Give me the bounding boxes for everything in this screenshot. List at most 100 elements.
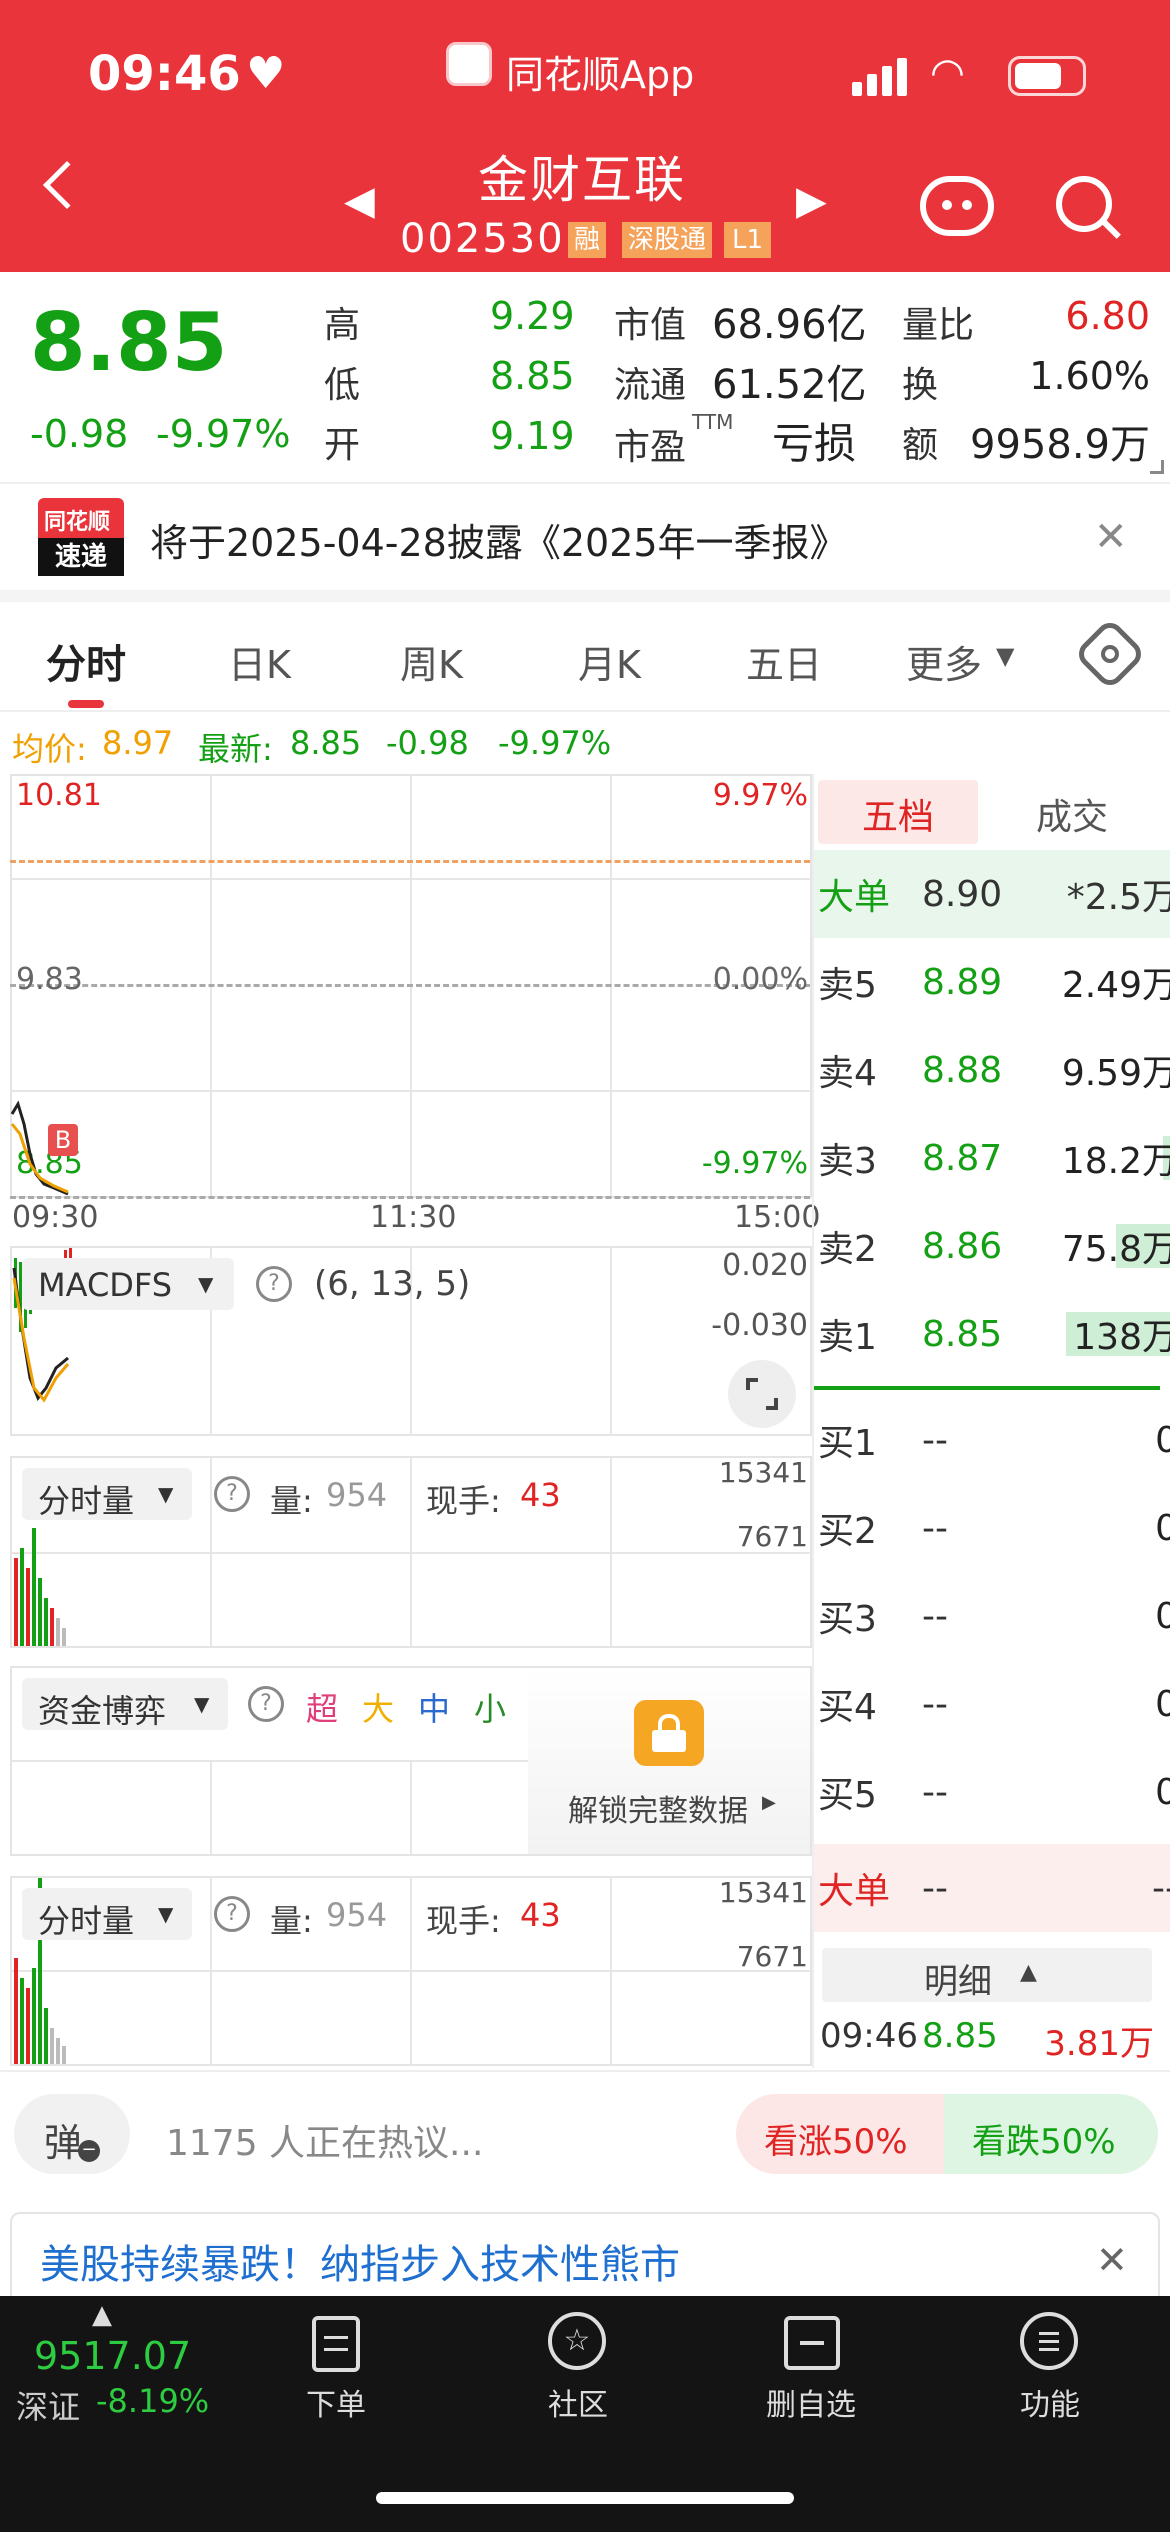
bid-row[interactable]: 买2 -- 0 xyxy=(814,1484,1170,1572)
prev-stock-icon[interactable]: ◀ xyxy=(344,178,375,224)
danmu-toggle[interactable]: 弹 − xyxy=(14,2094,130,2174)
close-icon[interactable]: ✕ xyxy=(1096,2238,1128,2282)
detail-vol: 3.81万 xyxy=(1044,2024,1154,2064)
bid-price: -- xyxy=(922,1595,948,1637)
chevron-right-icon[interactable]: ▶ xyxy=(762,1792,776,1813)
bid-label: 买2 xyxy=(818,1511,877,1552)
discussion-text[interactable]: 1175 人正在热议... xyxy=(166,2114,483,2166)
index-value[interactable]: 9517.07 xyxy=(34,2334,191,2378)
macd-selector[interactable]: MACDFS ▼ xyxy=(22,1258,234,1310)
help-icon[interactable]: ? xyxy=(256,1266,292,1302)
badge-rong: 融 xyxy=(568,222,607,258)
tab-more[interactable]: 更多 xyxy=(906,634,982,689)
index-pct[interactable]: -8.19% xyxy=(96,2382,209,2420)
nav-community[interactable]: 社区 xyxy=(548,2380,608,2424)
settings-hexagon-icon[interactable] xyxy=(1073,617,1147,691)
macd-name: MACDFS xyxy=(38,1266,173,1304)
ask-vol: 9.59万 xyxy=(1061,1053,1170,1094)
vol-scale-high-2: 15341 xyxy=(718,1876,808,1909)
chevron-up-icon[interactable]: ▲ xyxy=(1020,1960,1037,1985)
help-icon[interactable]: ? xyxy=(248,1686,284,1722)
bid-vol: 0 xyxy=(1155,1419,1170,1461)
community-icon[interactable]: ☆ xyxy=(548,2312,606,2370)
nav-function[interactable]: 功能 xyxy=(1020,2380,1080,2424)
stat-low-value: 8.85 xyxy=(490,354,575,398)
latest-value: 8.85 xyxy=(290,724,362,762)
orderbook-tab-trades[interactable]: 成交 xyxy=(1036,788,1108,840)
macd-params: (6, 13, 5) xyxy=(314,1264,471,1304)
next-stock-icon[interactable]: ▶ xyxy=(796,178,827,224)
orderbook-panel: 五档 成交 大单 8.90 *2.5万 卖5 8.89 2.49万 卖4 8.88 9.5… xyxy=(814,774,1170,2068)
remove-favorite-icon[interactable] xyxy=(784,2316,840,2370)
time-label-1500: 15:00 xyxy=(734,1200,821,1235)
capital-selector[interactable]: 资金博弈 ▼ xyxy=(22,1678,228,1730)
tab-week-k[interactable]: 周K xyxy=(400,634,463,689)
chart-top-right: 9.97% xyxy=(712,778,808,813)
tab-day-k[interactable]: 日K xyxy=(228,634,291,689)
order-icon[interactable] xyxy=(312,2316,360,2372)
help-icon[interactable]: ? xyxy=(214,1896,250,1932)
status-time: 09:46 xyxy=(88,46,241,102)
price-change: -0.98 xyxy=(30,412,129,456)
latest-change: -0.98 xyxy=(386,724,469,762)
tab-month-k[interactable]: 月K xyxy=(578,634,641,689)
index-name[interactable]: 深证 xyxy=(16,2382,80,2428)
expand-corner-icon[interactable] xyxy=(1150,460,1164,474)
stat-mktcap-label: 市值 xyxy=(614,305,687,346)
volume-selector-1[interactable]: 分时量 ▼ xyxy=(22,1468,192,1520)
big-order-bottom-label: 大单 xyxy=(818,1871,891,1912)
bid-price: -- xyxy=(922,1419,948,1461)
vol-value-1: 954 xyxy=(326,1476,388,1514)
signal-icon xyxy=(852,58,908,98)
ask-label: 卖5 xyxy=(818,965,877,1006)
big-order-top[interactable]: 大单 8.90 *2.5万 xyxy=(814,850,1170,938)
lock-icon[interactable] xyxy=(634,1700,704,1766)
bid-row[interactable]: 买4 -- 0 xyxy=(814,1660,1170,1748)
detail-price: 8.85 xyxy=(922,2016,998,2056)
orderbook-tab-five-label[interactable]: 五档 xyxy=(862,788,934,840)
home-indicator[interactable] xyxy=(376,2492,794,2504)
bid-price: -- xyxy=(922,1507,948,1549)
tab-five-day[interactable]: 五日 xyxy=(746,634,822,689)
badge-l1: L1 xyxy=(724,222,772,258)
menu-icon[interactable] xyxy=(1020,2312,1078,2370)
bear-label[interactable]: 看跌50% xyxy=(972,2114,1116,2163)
ask-row[interactable]: 卖4 8.88 9.59万 xyxy=(814,1026,1170,1114)
buy-marker[interactable]: B xyxy=(48,1124,78,1156)
macd-value-1: 0.020 xyxy=(722,1248,808,1283)
tab-fenshi[interactable]: 分时 xyxy=(46,632,126,690)
nav-order[interactable]: 下单 xyxy=(306,2380,366,2424)
robot-icon[interactable] xyxy=(920,176,994,236)
nav-remove-favorite[interactable]: 删自选 xyxy=(766,2380,856,2424)
ask-row[interactable]: 卖2 8.86 75.8万 xyxy=(814,1202,1170,1290)
stat-pe-label: 市盈 xyxy=(614,427,687,468)
ask-price: 8.89 xyxy=(922,961,1003,1003)
fullscreen-icon[interactable] xyxy=(728,1360,796,1428)
help-icon[interactable]: ? xyxy=(214,1476,250,1512)
volume-selector-2[interactable]: 分时量 ▼ xyxy=(22,1888,192,1940)
detail-label[interactable]: 明细 xyxy=(924,1954,992,2003)
bid-row[interactable]: 买3 -- 0 xyxy=(814,1572,1170,1660)
legend-small: 小 xyxy=(474,1690,507,1728)
close-icon[interactable]: ✕ xyxy=(1094,514,1128,560)
chevron-down-icon: ▼ xyxy=(158,1902,174,1926)
bull-label[interactable]: 看涨50% xyxy=(764,2114,908,2163)
bid-row[interactable]: 买1 -- 0 xyxy=(814,1396,1170,1484)
news-banner-text[interactable]: 美股持续暴跌！纳指步入技术性熊市 xyxy=(40,2232,680,2290)
ask-row[interactable]: 卖5 8.89 2.49万 xyxy=(814,938,1170,1026)
ask-row[interactable]: 卖1 8.85 138万 xyxy=(814,1290,1170,1378)
bid-vol: 0 xyxy=(1155,1771,1170,1813)
stock-title: 金财互联 xyxy=(478,151,686,209)
bid-row[interactable]: 买5 -- 0 xyxy=(814,1748,1170,1836)
ask-row[interactable]: 卖3 8.87 18.2万 xyxy=(814,1114,1170,1202)
vol-value-2: 954 xyxy=(326,1896,388,1934)
unlock-text[interactable]: 解锁完整数据 xyxy=(568,1786,748,1830)
chevron-down-icon[interactable]: ▼ xyxy=(996,642,1014,670)
stat-amount-value: 9958.9万 xyxy=(970,422,1150,468)
capital-name: 资金博弈 xyxy=(38,1692,167,1730)
legend-super: 超 xyxy=(306,1690,339,1728)
bid-vol: 0 xyxy=(1155,1595,1170,1637)
big-order-bottom[interactable]: 大单 -- -- xyxy=(814,1844,1170,1932)
vol-label-2: 量: xyxy=(270,1902,313,1940)
stat-volratio-label: 量比 xyxy=(902,305,975,346)
